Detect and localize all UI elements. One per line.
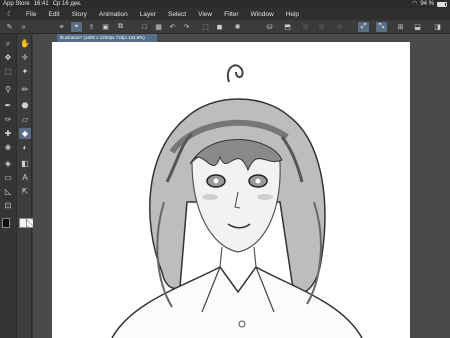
select-rect-icon[interactable]: ⬚ bbox=[200, 22, 211, 32]
lasso-icon[interactable]: ✦ bbox=[19, 66, 31, 77]
rotate-icon[interactable]: ✛ bbox=[19, 52, 31, 63]
export-icon[interactable]: ⇪ bbox=[86, 22, 97, 32]
undo-icon[interactable]: ↶ bbox=[167, 22, 178, 32]
frame-icon[interactable]: ▣ bbox=[100, 22, 111, 32]
date-label: Ср 16 дек. bbox=[52, 1, 82, 7]
menu-select[interactable]: Select bbox=[162, 11, 192, 18]
fill-icon[interactable]: ◼ bbox=[214, 22, 225, 32]
disabled-tool-icon-2: ⊘ bbox=[318, 24, 325, 31]
ios-status-bar: App Store 16:41 Ср 16 дек. ◠ 94 % bbox=[0, 0, 450, 8]
balloon-icon[interactable]: ◧ bbox=[19, 158, 31, 169]
menu-layer[interactable]: Layer bbox=[134, 11, 162, 18]
redo-icon[interactable]: ↷ bbox=[181, 22, 192, 32]
blend-icon[interactable]: ✚ bbox=[2, 128, 14, 139]
pen-icon[interactable]: ✒ bbox=[2, 100, 14, 111]
blur-tool-icon[interactable]: ◆ bbox=[19, 128, 31, 139]
disabled-tool-icon: ⊘ bbox=[302, 24, 309, 31]
menu-view[interactable]: View bbox=[192, 11, 218, 18]
tool-palette: ⌕ ✥ ⬚ ⚲ ✒ ✑ ✚ ❀ ◈ ▭ ◺ ⊡ bbox=[0, 34, 16, 338]
menu-story[interactable]: Story bbox=[66, 11, 93, 18]
menu-window[interactable]: Window bbox=[245, 11, 280, 18]
quick-access-icon[interactable]: ◨ bbox=[432, 22, 443, 32]
bucket-icon[interactable]: ⛁ bbox=[264, 22, 275, 32]
airbrush-icon[interactable]: ✑ bbox=[2, 114, 14, 125]
layer-move-icon[interactable]: ⌖ bbox=[71, 22, 82, 32]
drawing-canvas[interactable] bbox=[52, 42, 410, 338]
disabled-tool-icon-3: ⊘ bbox=[336, 24, 343, 31]
operation-icon[interactable]: ⇱ bbox=[19, 186, 31, 197]
time-label: 16:41 bbox=[33, 1, 49, 7]
battery-icon bbox=[437, 2, 447, 7]
wifi-icon: ◠ bbox=[412, 1, 418, 7]
menu-animation[interactable]: Animation bbox=[93, 11, 134, 18]
ruler-icon[interactable]: ⤢ bbox=[358, 22, 369, 32]
zoom-icon[interactable]: ⌕ bbox=[2, 38, 14, 49]
menu-edit[interactable]: Edit bbox=[42, 11, 65, 18]
eyedropper-icon[interactable]: ⚲ bbox=[2, 84, 14, 95]
window-icon[interactable]: ⬓ bbox=[412, 22, 423, 32]
square-icon[interactable]: □ bbox=[139, 22, 150, 32]
move-icon[interactable]: ✥ bbox=[2, 52, 14, 63]
text-icon[interactable]: A bbox=[19, 172, 31, 183]
selection-icon[interactable]: ⬚ bbox=[2, 66, 14, 77]
pencil-tool-icon[interactable]: ✏ bbox=[19, 84, 31, 95]
correct-line-icon[interactable]: ◐ bbox=[19, 142, 31, 153]
clip-icon[interactable]: ⧉ bbox=[115, 22, 126, 32]
snap-grid-icon[interactable]: ⊞ bbox=[395, 22, 406, 32]
back-to-app-store-link[interactable]: App Store bbox=[3, 0, 30, 8]
settings-icon[interactable]: ✺ bbox=[232, 22, 243, 32]
eraser-icon[interactable]: ▱ bbox=[19, 114, 31, 125]
expand-icon[interactable]: » bbox=[18, 22, 29, 32]
snap-icon[interactable]: ⤡ bbox=[376, 22, 387, 32]
menu-icon[interactable]: ≡ bbox=[56, 22, 67, 32]
clip-studio-icon[interactable]: ☾ bbox=[0, 10, 20, 18]
figure-icon[interactable]: ◺ bbox=[2, 186, 14, 197]
transform-icon[interactable]: ⬒ bbox=[282, 22, 293, 32]
main-color-swatch[interactable] bbox=[2, 218, 10, 228]
sub-tool-palette: ✋ ✛ ✦ ✏ ⬣ ▱ ◆ ◐ ◧ A ⇱ bbox=[16, 34, 34, 338]
menu-bar: ☾ File Edit Story Animation Layer Select… bbox=[0, 8, 450, 20]
menu-filter[interactable]: Filter bbox=[218, 11, 244, 18]
document-tab[interactable]: Illustration* (1600 x 1200px 72dpi 124.6… bbox=[57, 34, 157, 42]
artwork-sketch bbox=[111, 64, 363, 338]
fill-bucket-icon[interactable]: ◈ bbox=[2, 158, 14, 169]
gradient-icon[interactable]: ▭ bbox=[2, 172, 14, 183]
battery-label: 94 % bbox=[420, 1, 434, 7]
command-bar: ✎ » ≡ ⌖ ⇪ ▣ ⧉ □ ▦ ↶ ↷ ⬚ ◼ ✺ ⛁ ⬒ ⊘ ⊘ ⊘ ⤢ … bbox=[0, 20, 450, 34]
menu-help[interactable]: Help bbox=[280, 11, 305, 18]
pencil-icon[interactable]: ✎ bbox=[4, 22, 15, 32]
hand-icon[interactable]: ✋ bbox=[19, 38, 31, 49]
frame-border-icon[interactable]: ⊡ bbox=[2, 200, 14, 211]
menu-file[interactable]: File bbox=[20, 11, 42, 18]
brush-icon[interactable]: ⬣ bbox=[19, 100, 31, 111]
grid-icon[interactable]: ▦ bbox=[153, 22, 164, 32]
decoration-icon[interactable]: ❀ bbox=[2, 142, 14, 153]
